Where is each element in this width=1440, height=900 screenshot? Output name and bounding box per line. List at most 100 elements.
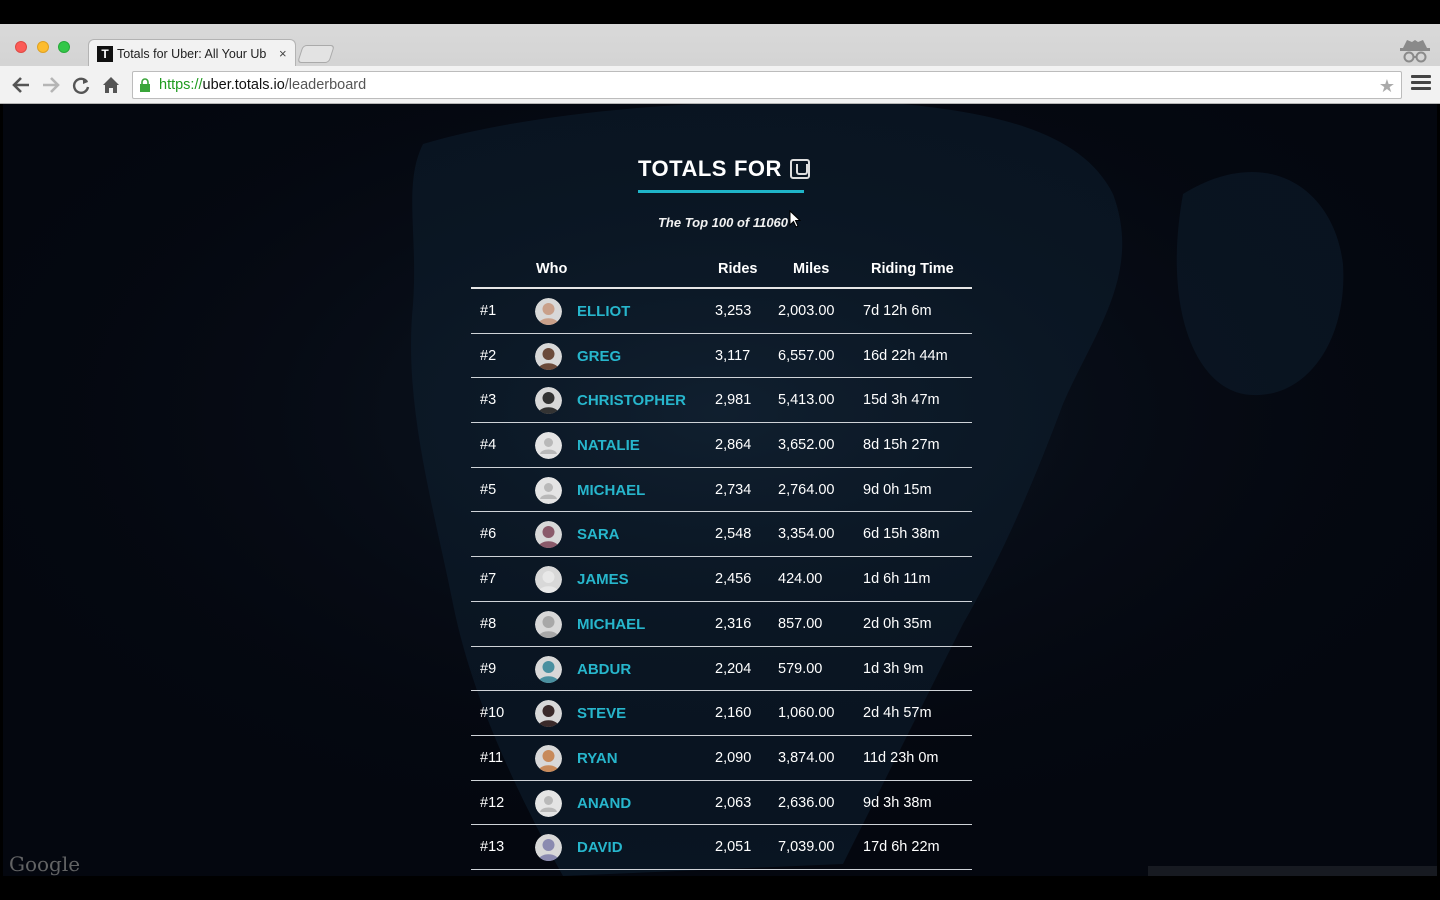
uber-logo-icon bbox=[789, 159, 810, 179]
table-row: #6 SARA 2,548 3,354.00 6d 15h 38m bbox=[471, 512, 972, 558]
column-header-rides[interactable]: Rides bbox=[718, 261, 758, 277]
user-name-link[interactable]: STEVE bbox=[577, 705, 626, 722]
rides-cell: 2,160 bbox=[715, 705, 752, 722]
rank-cell: #12 bbox=[480, 794, 505, 811]
table-row: #2 GREG 3,117 6,557.00 16d 22h 44m bbox=[471, 334, 972, 379]
close-window-button[interactable] bbox=[15, 41, 27, 53]
miles-cell: 3,874.00 bbox=[778, 749, 835, 766]
leaderboard-page: TOTALS FOR The Top 100 of 11060 Who Ride… bbox=[3, 104, 1437, 876]
screen-top-bar bbox=[0, 0, 1440, 24]
riding-time-cell: 2d 0h 35m bbox=[863, 615, 932, 632]
miles-cell: 7,039.00 bbox=[778, 839, 835, 856]
miles-cell: 424.00 bbox=[778, 571, 823, 588]
user-name-link[interactable]: CHRISTOPHER bbox=[577, 392, 686, 409]
miles-cell: 2,764.00 bbox=[778, 481, 835, 498]
avatar[interactable] bbox=[535, 789, 562, 817]
rank-cell: #1 bbox=[480, 303, 497, 319]
reload-icon[interactable] bbox=[70, 74, 92, 96]
tab-strip: T Totals for Uber: All Your Ub × bbox=[0, 24, 1440, 67]
user-name-link[interactable]: MICHAEL bbox=[577, 482, 645, 499]
rides-cell: 2,090 bbox=[715, 749, 752, 766]
rides-cell: 2,734 bbox=[715, 481, 752, 498]
table-row: #4 NATALIE 2,864 3,652.00 8d 15h 27m bbox=[471, 423, 972, 468]
url-path: /leaderboard bbox=[284, 77, 367, 93]
map-data-attribution bbox=[1148, 866, 1437, 876]
rides-cell: 2,548 bbox=[715, 526, 752, 543]
riding-time-cell: 15d 3h 47m bbox=[863, 392, 940, 409]
avatar[interactable] bbox=[535, 744, 562, 772]
column-header-who[interactable]: Who bbox=[536, 261, 567, 277]
avatar[interactable] bbox=[535, 476, 562, 504]
avatar[interactable] bbox=[535, 387, 562, 415]
user-name-link[interactable]: ELLIOT bbox=[577, 303, 630, 320]
rides-cell: 2,456 bbox=[715, 571, 752, 588]
avatar[interactable] bbox=[535, 700, 562, 728]
tab-close-icon[interactable]: × bbox=[279, 46, 287, 61]
user-name-link[interactable]: SARA bbox=[577, 526, 620, 543]
miles-cell: 2,636.00 bbox=[778, 794, 835, 811]
address-bar[interactable]: https://uber.totals.io/leaderboard ★ bbox=[132, 71, 1402, 99]
column-header-riding-time[interactable]: Riding Time bbox=[871, 261, 954, 277]
back-icon[interactable] bbox=[10, 74, 32, 96]
logo-underline bbox=[638, 190, 804, 193]
column-header-miles[interactable]: Miles bbox=[793, 261, 829, 277]
table-row: #3 CHRISTOPHER 2,981 5,413.00 15d 3h 47m bbox=[471, 378, 972, 424]
mouse-cursor-icon bbox=[789, 210, 801, 228]
avatar[interactable] bbox=[535, 521, 562, 549]
rides-cell: 2,981 bbox=[715, 392, 752, 409]
user-name-link[interactable]: DAVID bbox=[577, 839, 623, 856]
table-row: #8 MICHAEL 2,316 857.00 2d 0h 35m bbox=[471, 602, 972, 647]
user-name-link[interactable]: ABDUR bbox=[577, 661, 631, 678]
rank-cell: #5 bbox=[480, 481, 497, 498]
avatar[interactable] bbox=[535, 432, 562, 460]
new-tab-button[interactable] bbox=[297, 45, 335, 63]
browser-toolbar: https://uber.totals.io/leaderboard ★ bbox=[0, 66, 1440, 104]
avatar[interactable] bbox=[535, 655, 562, 683]
riding-time-cell: 9d 0h 15m bbox=[863, 481, 932, 498]
avatar[interactable] bbox=[535, 610, 562, 638]
miles-cell: 3,652.00 bbox=[778, 437, 835, 454]
maximize-window-button[interactable] bbox=[58, 41, 70, 53]
miles-cell: 2,003.00 bbox=[778, 303, 835, 319]
url-protocol: https:// bbox=[159, 77, 203, 93]
table-row: #7 JAMES 2,456 424.00 1d 6h 11m bbox=[471, 557, 972, 602]
miles-cell: 3,354.00 bbox=[778, 526, 835, 543]
avatar[interactable] bbox=[535, 834, 562, 862]
table-row: #10 STEVE 2,160 1,060.00 2d 4h 57m bbox=[471, 691, 972, 736]
avatar[interactable] bbox=[535, 342, 562, 370]
riding-time-cell: 8d 15h 27m bbox=[863, 437, 940, 454]
forward-icon[interactable] bbox=[40, 74, 62, 96]
rides-cell: 3,117 bbox=[715, 347, 751, 364]
avatar[interactable] bbox=[535, 566, 562, 594]
minimize-window-button[interactable] bbox=[37, 41, 49, 53]
user-name-link[interactable]: GREG bbox=[577, 348, 621, 365]
table-header: Who Rides Miles Riding Time bbox=[471, 254, 972, 289]
leaderboard-subtitle: The Top 100 of 11060 bbox=[657, 215, 789, 230]
user-name-link[interactable]: RYAN bbox=[577, 750, 618, 767]
riding-time-cell: 7d 12h 6m bbox=[863, 303, 932, 319]
riding-time-cell: 1d 3h 9m bbox=[863, 660, 924, 677]
logo-text-bold: TOTALS bbox=[638, 156, 727, 181]
rank-cell: #9 bbox=[480, 660, 497, 677]
totals-logo[interactable]: TOTALS FOR bbox=[638, 156, 810, 182]
tab-active[interactable]: T Totals for Uber: All Your Ub × bbox=[88, 39, 296, 67]
home-icon[interactable] bbox=[100, 74, 122, 96]
user-name-link[interactable]: NATALIE bbox=[577, 437, 640, 454]
rides-cell: 2,316 bbox=[715, 615, 752, 632]
user-name-link[interactable]: MICHAEL bbox=[577, 616, 645, 633]
miles-cell: 5,413.00 bbox=[778, 392, 835, 409]
riding-time-cell: 2d 4h 57m bbox=[863, 705, 932, 722]
riding-time-cell: 16d 22h 44m bbox=[863, 347, 948, 364]
menu-icon[interactable] bbox=[1411, 75, 1431, 95]
table-row: #5 MICHAEL 2,734 2,764.00 9d 0h 15m bbox=[471, 468, 972, 513]
user-name-link[interactable]: JAMES bbox=[577, 571, 629, 588]
miles-cell: 6,557.00 bbox=[778, 347, 835, 364]
url-host: uber.totals.io bbox=[202, 77, 285, 93]
rank-cell: #7 bbox=[480, 571, 497, 588]
rank-cell: #6 bbox=[480, 526, 497, 543]
logo-text-light: FOR bbox=[733, 156, 782, 181]
star-icon[interactable]: ★ bbox=[1379, 76, 1395, 97]
miles-cell: 857.00 bbox=[778, 615, 823, 632]
avatar[interactable] bbox=[535, 298, 562, 325]
user-name-link[interactable]: ANAND bbox=[577, 795, 631, 812]
